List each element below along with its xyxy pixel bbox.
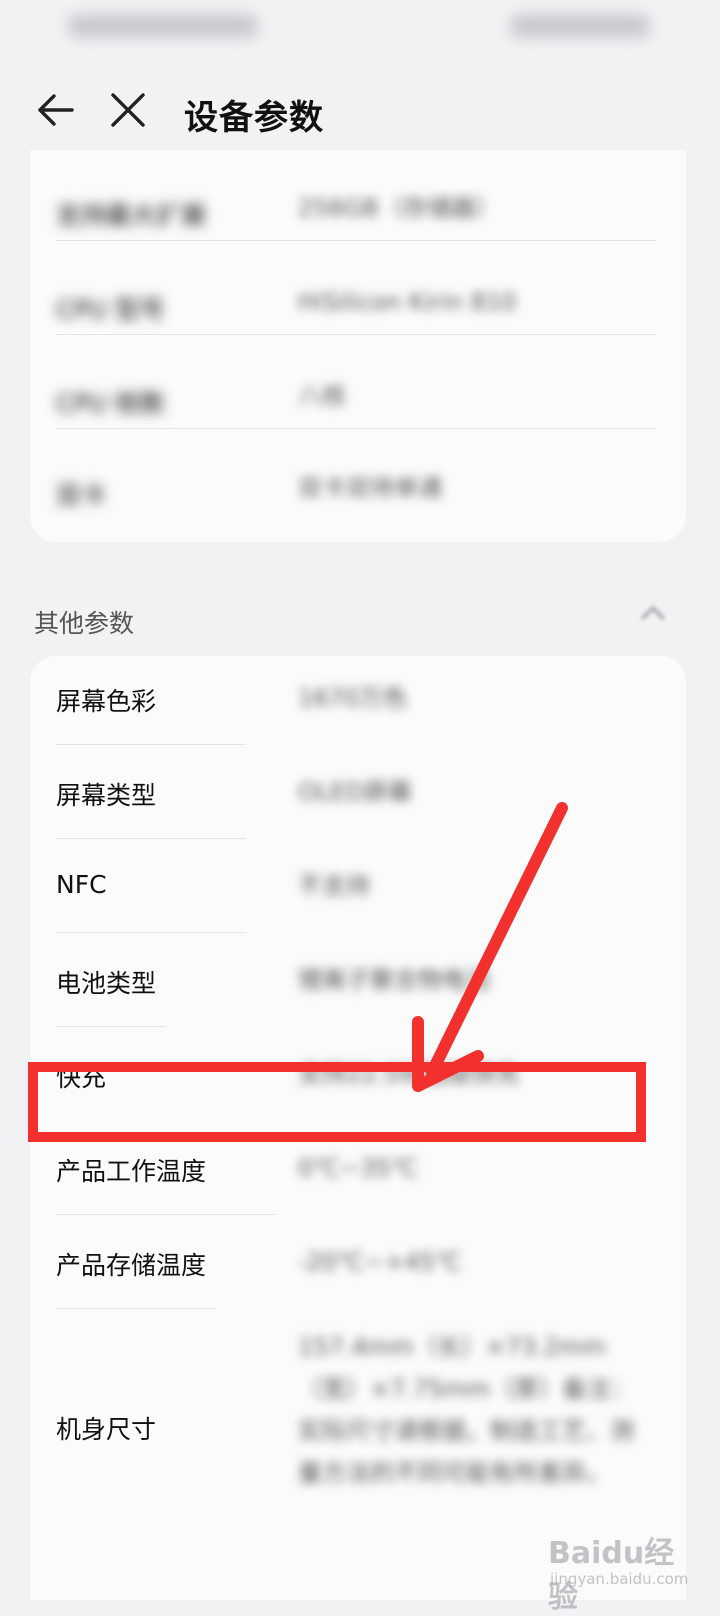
row-label: 支持最大扩展 [56, 201, 207, 230]
list-item: NFC 不支持 [30, 844, 686, 932]
list-item: 机身尺寸 157.4mm（长）×73.2mm（宽）×7.75mm（厚）备注：实际… [30, 1320, 686, 1540]
highlight-box [28, 1062, 646, 1142]
back-arrow-icon[interactable] [32, 86, 80, 134]
row-value: 锂离子聚合物电池 [298, 966, 490, 994]
carrier-signal-info [68, 14, 258, 38]
baidu-watermark: Baidu经验 jingyan.baidu.com [548, 1528, 698, 1615]
divider [56, 1026, 166, 1027]
divider [56, 744, 246, 745]
divider [56, 1214, 276, 1215]
row-label: CPU 核数 [56, 389, 165, 418]
list-item: 产品存储温度 -20℃~+45℃ [30, 1220, 686, 1308]
watermark-domain: jingyan.baidu.com [550, 1570, 689, 1588]
list-item: 双卡 双卡双待单通 [30, 454, 686, 524]
row-label: 屏幕色彩 [56, 687, 157, 716]
list-item: 屏幕类型 OLED屏幕 [30, 750, 686, 838]
row-value: 双卡双待单通 [298, 474, 442, 502]
top-app-bar: 设备参数 [0, 70, 720, 150]
divider [56, 838, 246, 839]
row-value: 0℃~35℃ [298, 1154, 418, 1182]
status-bar [0, 0, 720, 60]
page-title: 设备参数 [184, 98, 324, 138]
chevron-up-icon[interactable] [638, 598, 668, 628]
list-item: CPU 核数 八核 [30, 362, 686, 432]
close-icon[interactable] [104, 86, 152, 134]
row-value: -20℃~+45℃ [298, 1248, 462, 1276]
row-label: CPU 型号 [56, 295, 165, 324]
row-label: 机身尺寸 [56, 1415, 157, 1444]
row-label: 双卡 [56, 481, 107, 510]
divider [56, 428, 656, 429]
row-value: 不支持 [298, 872, 370, 900]
row-label: 产品存储温度 [56, 1251, 207, 1280]
divider [56, 1308, 216, 1309]
row-value: 1670万色 [298, 684, 408, 712]
divider [56, 932, 246, 933]
row-label: 产品工作温度 [56, 1157, 207, 1186]
top-params-card: 支持最大扩展 256GB（存储器） CPU 型号 HiSilicon Kirin… [30, 150, 686, 542]
row-value: 256GB（存储器） [298, 194, 499, 222]
row-value: HiSilicon Kirin 810 [298, 288, 517, 316]
row-value: 157.4mm（长）×73.2mm（宽）×7.75mm（厚）备注：实际尺寸请根据… [298, 1333, 635, 1487]
divider [56, 240, 656, 241]
row-label: NFC [56, 870, 107, 899]
row-label: 屏幕类型 [56, 781, 157, 810]
list-item: CPU 型号 HiSilicon Kirin 810 [30, 268, 686, 338]
row-value: OLED屏幕 [298, 778, 412, 806]
list-item: 支持最大扩展 256GB（存储器） [30, 174, 686, 244]
row-value: 八核 [298, 382, 346, 410]
row-label: 电池类型 [56, 969, 157, 998]
battery-time-info [510, 14, 650, 38]
section-title-other-params: 其他参数 [34, 609, 135, 638]
list-item: 电池类型 锂离子聚合物电池 [30, 938, 686, 1026]
divider [56, 334, 656, 335]
list-item: 屏幕色彩 1670万色 [30, 656, 686, 744]
